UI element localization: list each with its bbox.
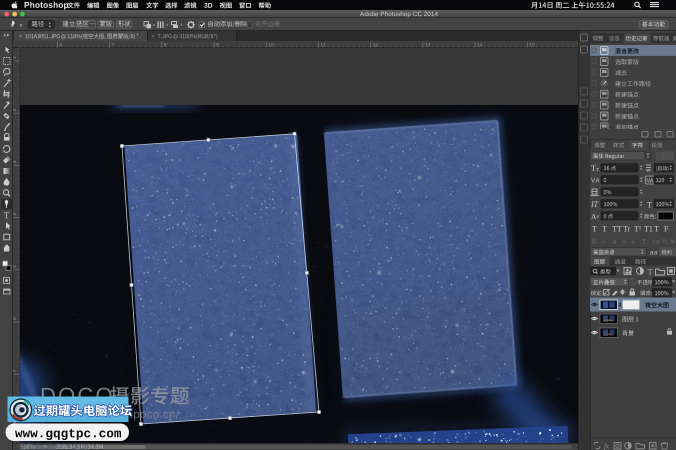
svg-text:1st: 1st	[652, 239, 660, 246]
svg-text:T¹: T¹	[634, 225, 642, 234]
svg-text:T: T	[592, 225, 597, 234]
svg-text:T: T	[642, 239, 646, 246]
svg-text:Tr: Tr	[623, 225, 631, 234]
svg-text:F: F	[664, 225, 669, 234]
svg-text:o: o	[602, 239, 605, 246]
svg-text:T: T	[647, 200, 653, 210]
svg-text:A: A	[647, 168, 650, 173]
svg-text:TT: TT	[612, 225, 622, 234]
svg-text:5: 5	[12, 265, 18, 268]
svg-text:fx: fx	[604, 443, 610, 450]
svg-text:IT: IT	[590, 200, 599, 209]
svg-text:½: ½	[662, 239, 667, 246]
svg-text:T: T	[648, 267, 654, 277]
svg-text:2: 2	[12, 108, 18, 111]
svg-text:A: A	[622, 239, 627, 246]
svg-text:%: %	[670, 239, 676, 246]
svg-text:fi: fi	[592, 239, 596, 246]
svg-text:a: a	[632, 239, 635, 246]
svg-text:VA: VA	[647, 179, 654, 185]
svg-text:6: 6	[12, 317, 18, 320]
svg-text:st: st	[612, 239, 617, 246]
svg-text:3: 3	[12, 160, 18, 163]
svg-text:V: V	[591, 179, 595, 185]
svg-text:T: T	[602, 225, 607, 234]
svg-text:T: T	[4, 211, 10, 221]
svg-text:A: A	[596, 179, 600, 185]
svg-text:1: 1	[12, 56, 18, 59]
svg-text:7: 7	[12, 369, 18, 372]
svg-text:T: T	[654, 225, 659, 234]
svg-text:T: T	[596, 169, 599, 174]
svg-text:T1: T1	[644, 225, 653, 234]
svg-text:4: 4	[12, 213, 18, 216]
